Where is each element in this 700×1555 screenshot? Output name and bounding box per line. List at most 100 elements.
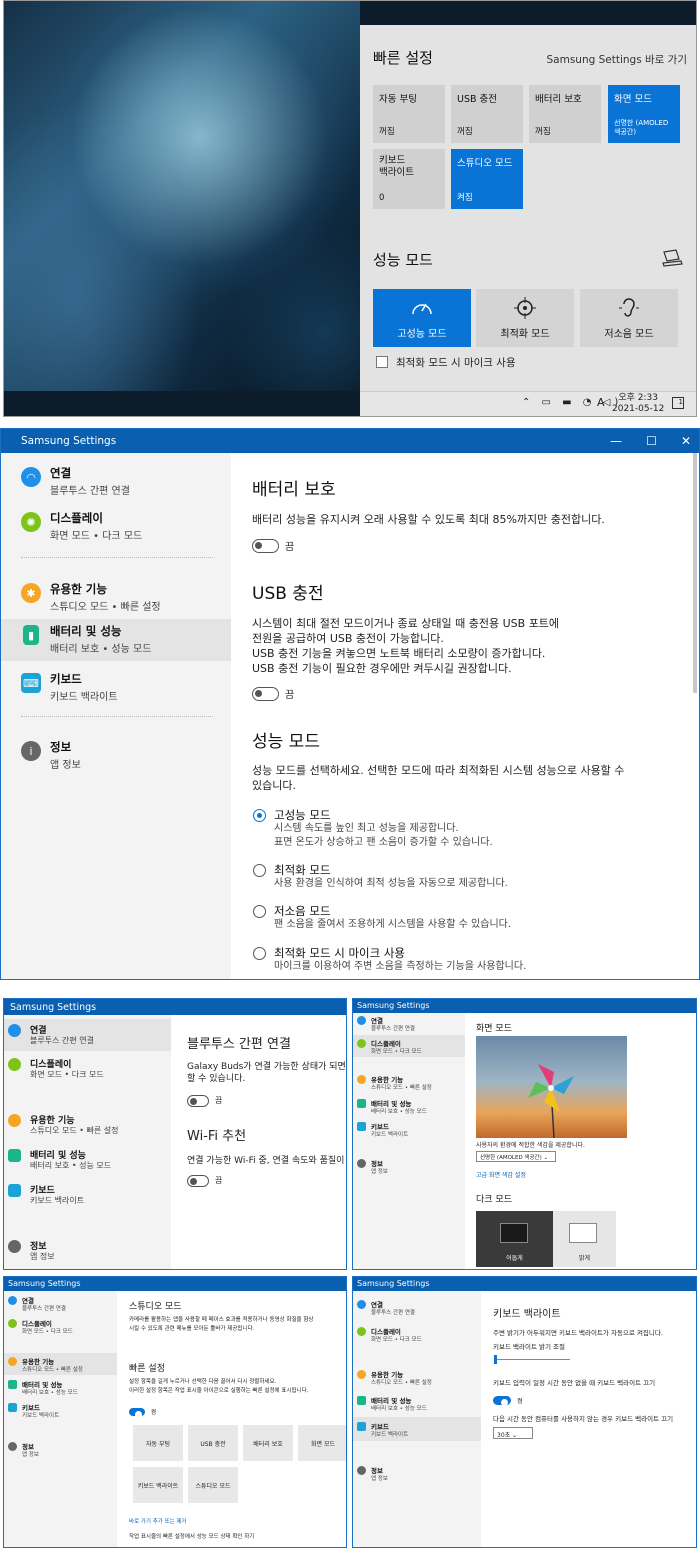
- thumb-title: Samsung Settings: [10, 1002, 97, 1013]
- quick-tile[interactable]: 자동 부팅: [133, 1425, 183, 1461]
- kb-brightness-slider[interactable]: [495, 1359, 570, 1360]
- sidebar-divider: [21, 716, 213, 717]
- sidebar: ◠ 연결 블루투스 간편 연결 ✺ 디스플레이 화면 모드 • 다크 모드 ✱ …: [1, 453, 231, 979]
- radio-quiet[interactable]: [253, 905, 266, 918]
- nav-display[interactable]: ✺ 디스플레이 화면 모드 • 다크 모드: [1, 506, 231, 548]
- nav-subtitle: 스튜디오 모드 • 빠른 설정: [22, 1367, 83, 1373]
- nav-connection[interactable]: ◠ 연결 블루투스 간편 연결: [1, 461, 231, 503]
- input-lang-indicator[interactable]: A: [597, 396, 605, 409]
- nav-info[interactable]: i 정보 앱 정보: [1, 735, 231, 777]
- taskbar: ⌃ ▭ ▬ ◔ ◁) A 오후 2:33 2021-05-12 1: [360, 391, 696, 416]
- tile-battery-protect[interactable]: 배터리 보호 꺼짐: [529, 85, 601, 143]
- battery-icon: [357, 1099, 366, 1108]
- crosshair-icon: [514, 297, 536, 319]
- screen-mode-title: 화면 모드: [476, 1024, 512, 1034]
- tile-auto-boot[interactable]: 자동 부팅 꺼짐: [373, 85, 445, 143]
- close-icon[interactable]: ✕: [681, 434, 691, 448]
- radio-optimized[interactable]: [253, 864, 266, 877]
- desc-line: 시킬 수 있도록 관련 메뉴를 모아둔 툴바가 제공됩니다.: [129, 1326, 255, 1332]
- perf-quiet-button[interactable]: 저소음 모드: [580, 289, 678, 347]
- radio-mic[interactable]: [253, 947, 266, 960]
- desc-line: USB 충전 기능을 켜놓으면 노트북 배터리 소모량이 증가합니다.: [252, 647, 546, 660]
- thumb-useful-window: Samsung Settings 연결 블루투스 간편 연결 디스플레이 화면 모드…: [3, 1276, 347, 1548]
- notification-icon[interactable]: 1: [672, 397, 684, 409]
- samsung-settings-link[interactable]: Samsung Settings 바로 가기: [547, 52, 688, 67]
- quick-tile[interactable]: USB 충전: [188, 1425, 238, 1461]
- bt-toggle[interactable]: [187, 1094, 209, 1107]
- tray-icons[interactable]: ⌃ ▭ ▬ ◔ ◁): [522, 397, 622, 408]
- screen-mode-select[interactable]: 선명한 (AMOLED 색공간) ⌄: [476, 1151, 556, 1162]
- nav-subtitle: 화면 모드 • 다크 모드: [50, 531, 143, 542]
- mic-checkbox[interactable]: [376, 356, 388, 368]
- select-value: 선명한 (AMOLED 색공간): [480, 1155, 542, 1161]
- nav-subtitle: 블루투스 간편 연결: [371, 1026, 415, 1032]
- kb-brightness-thumb[interactable]: [494, 1355, 497, 1364]
- battery-icon: [8, 1380, 17, 1389]
- perf-optimized-button[interactable]: 최적화 모드: [476, 289, 574, 347]
- nav-title: 유용한 기능: [50, 582, 107, 596]
- minimize-icon[interactable]: —: [610, 434, 622, 448]
- advanced-color-link[interactable]: 고급 화면 색감 설정: [476, 1170, 526, 1179]
- info-icon: [357, 1159, 366, 1168]
- dark-theme-option[interactable]: 어둡게: [476, 1211, 553, 1267]
- bt-desc: Galaxy Buds가 연결 가능한 상태가 되면 P 할 수 있습니다.: [187, 1061, 347, 1085]
- tile-usb-charge[interactable]: USB 충전 꺼짐: [451, 85, 523, 143]
- kb-idle-label: 다음 시간 동안 컴퓨터를 사용하지 않는 경우 키보드 백라이트 끄기: [493, 1415, 674, 1423]
- perf-high-button[interactable]: 고성능 모드: [373, 289, 471, 347]
- desc-line: 표면 온도가 상승하고 팬 소음이 증가할 수 있습니다.: [274, 837, 493, 848]
- tile-label: 배터리 보호: [535, 94, 582, 105]
- perf-label: 최적화 모드: [500, 329, 550, 340]
- tile-status: 꺼짐: [535, 127, 551, 137]
- thumb-sidebar: 연결 블루투스 간편 연결 디스플레이 화면 모드 • 다크 모드 유용한 기능 스튜…: [4, 1291, 117, 1547]
- mic-checkbox-label: 최적화 모드 시 마이크 사용: [396, 357, 516, 369]
- scrollbar[interactable]: [693, 453, 697, 693]
- nav-battery-performance[interactable]: ▮ 배터리 및 성능 배터리 보호 • 성능 모드: [1, 619, 231, 661]
- nav-subtitle: 키보드 백라이트: [22, 1413, 60, 1419]
- desc-line: Galaxy Buds가 연결 가능한 상태가 되면 P: [187, 1062, 347, 1072]
- keyboard-icon: ⌨: [21, 673, 41, 693]
- kb-backlight-title: 키보드 백라이트: [493, 1309, 561, 1320]
- add-remove-shortcut-link[interactable]: 바로 가기 추가 또는 제거: [129, 1517, 187, 1525]
- quick-tile[interactable]: 스튜디오 모드: [188, 1467, 238, 1503]
- tile-studio-mode[interactable]: 스튜디오 모드 켜짐: [451, 149, 523, 209]
- quick-toggle[interactable]: [129, 1407, 145, 1418]
- nav-subtitle: 스튜디오 모드 • 빠른 설정: [30, 1126, 119, 1135]
- gear-icon: [357, 1370, 366, 1379]
- gear-icon: [357, 1075, 366, 1084]
- nav-useful-features[interactable]: ✱ 유용한 기능 스튜디오 모드 • 빠른 설정: [1, 577, 231, 619]
- toggle-state: 끔: [285, 542, 295, 553]
- maximize-icon[interactable]: ☐: [646, 434, 657, 448]
- usb-charge-toggle[interactable]: [252, 686, 279, 701]
- quick-tile[interactable]: 키보드 백라이트: [133, 1467, 183, 1503]
- nav-subtitle: 스튜디오 모드 • 빠른 설정: [371, 1380, 432, 1386]
- thumb-sidebar: 연결 블루투스 간편 연결 디스플레이 화면 모드 • 다크 모드 유용한 기능 스튜…: [4, 1015, 171, 1269]
- radio-high-performance[interactable]: [253, 809, 266, 822]
- toggle-state: 끔: [215, 1176, 223, 1185]
- nav-subtitle: 블루투스 간편 연결: [50, 486, 130, 497]
- keyboard-icon: [357, 1122, 366, 1131]
- wifi-toggle[interactable]: [187, 1174, 209, 1187]
- tile-screen-mode[interactable]: 화면 모드 선명한 (AMOLED 색공간): [608, 85, 680, 143]
- thumb-title-bar: Samsung Settings: [4, 1277, 346, 1291]
- usb-charge-title: USB 충전: [252, 584, 324, 604]
- light-label: 밝게: [578, 1255, 591, 1262]
- kb-auto-toggle[interactable]: [493, 1396, 511, 1406]
- battery-protect-toggle[interactable]: [252, 538, 279, 553]
- kb-idle-select[interactable]: 30초 ⌄: [493, 1427, 533, 1439]
- quick-tile[interactable]: 배터리 보호: [243, 1425, 293, 1461]
- quick-settings-desc: 설정 항목을 길게 누르거나 선택한 다음 끌어서 다시 정렬하세요. 이러한 …: [129, 1378, 308, 1396]
- wifi-icon: [357, 1016, 366, 1025]
- clock[interactable]: 오후 2:33 2021-05-12: [612, 393, 664, 415]
- quick-tile[interactable]: 화면 모드: [298, 1425, 346, 1461]
- nav-keyboard[interactable]: ⌨ 키보드 키보드 백라이트: [1, 667, 231, 709]
- thumb-keyboard-window: Samsung Settings 연결 블루투스 간편 연결 디스플레이 화면 모드…: [352, 1276, 697, 1548]
- laptop-performance-icon: [662, 249, 683, 267]
- nav-subtitle: 화면 모드 • 다크 모드: [22, 1329, 73, 1335]
- wifi-toggle-row: 끔: [187, 1170, 222, 1189]
- light-theme-option[interactable]: 밝게: [553, 1211, 616, 1267]
- nav-subtitle: 앱 정보: [30, 1252, 55, 1261]
- tile-label: 키보드 백라이트: [379, 155, 414, 178]
- info-icon: [8, 1240, 21, 1253]
- tile-keyboard-backlight[interactable]: 키보드 백라이트 0: [373, 149, 445, 209]
- tile-label: 스튜디오 모드: [457, 158, 513, 169]
